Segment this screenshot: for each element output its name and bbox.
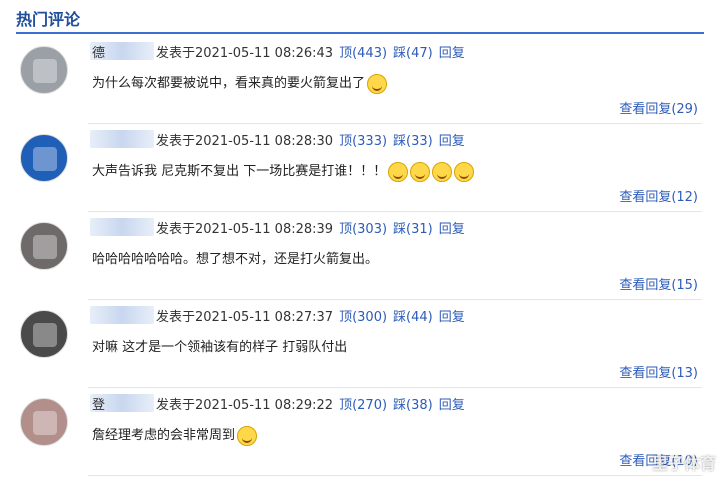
emoji-laugh-icon <box>237 425 258 446</box>
post-time: 发表于2021-05-11 08:27:37 <box>156 310 334 325</box>
post-time: 发表于2021-05-11 08:28:30 <box>156 134 334 149</box>
avatar-blur <box>33 411 57 435</box>
comment-item: 登 发表于2021-05-11 08:29:22 顶(270) 踩(38) 回复詹经理考… <box>0 390 728 482</box>
upvote-link[interactable]: 顶(270) <box>339 398 387 413</box>
emoji-laugh-icon <box>388 161 409 182</box>
comment-divider <box>88 387 702 388</box>
comment-item: 发表于2021-05-11 08:28:39 顶(303) 踩(31) 回复哈哈哈哈哈… <box>0 214 728 306</box>
downvote-link[interactable]: 踩(31) <box>393 222 433 237</box>
post-time: 发表于2021-05-11 08:29:22 <box>156 398 334 413</box>
username-masked[interactable] <box>90 218 154 236</box>
watermark: 里子体育 <box>651 454 716 473</box>
downvote-link[interactable]: 踩(38) <box>393 398 433 413</box>
avatar[interactable] <box>20 46 68 94</box>
comment-divider <box>88 299 702 300</box>
view-replies-link[interactable]: 查看回复(13) <box>619 362 698 381</box>
avatar-blur <box>33 147 57 171</box>
reply-link[interactable]: 回复 <box>439 310 465 325</box>
upvote-link[interactable]: 顶(303) <box>339 222 387 237</box>
avatar[interactable] <box>20 398 68 446</box>
comment-text: 哈哈哈哈哈哈哈。想了想不对，还是打火箭复出。 <box>92 248 378 267</box>
view-replies-link[interactable]: 查看回复(12) <box>619 186 698 205</box>
comment-text-content: 哈哈哈哈哈哈哈。想了想不对，还是打火箭复出。 <box>92 252 379 267</box>
username-visible-fragment: 登 <box>92 398 106 413</box>
emoji-laugh-icon <box>367 73 388 94</box>
avatar[interactable] <box>20 310 68 358</box>
username-masked[interactable]: 登 <box>90 394 154 413</box>
username-visible-fragment: 德 <box>92 46 106 61</box>
avatar-blur <box>33 323 57 347</box>
upvote-link[interactable]: 顶(300) <box>339 310 387 325</box>
comment-text-content: 为什么每次都要被说中，看来真的要火箭复出了 <box>92 76 366 91</box>
comment-text: 詹经理考虑的会非常周到 <box>92 424 258 446</box>
avatar[interactable] <box>20 134 68 182</box>
reply-link[interactable]: 回复 <box>439 222 465 237</box>
comment-divider <box>88 211 702 212</box>
section-title: 热门评论 <box>16 10 81 29</box>
comment-meta: 发表于2021-05-11 08:29:22 顶(270) 踩(38) 回复 <box>156 394 465 413</box>
emoji-laugh-icon <box>432 161 453 182</box>
downvote-link[interactable]: 踩(44) <box>393 310 433 325</box>
downvote-link[interactable]: 踩(33) <box>393 134 433 149</box>
post-time: 发表于2021-05-11 08:26:43 <box>156 46 334 61</box>
comment-meta: 发表于2021-05-11 08:26:43 顶(443) 踩(47) 回复 <box>156 42 465 61</box>
comment-text-content: 对嘛 这才是一个领袖该有的样子 打弱队付出 <box>92 340 348 355</box>
username-masked[interactable]: 德 <box>90 42 154 61</box>
comment-text: 为什么每次都要被说中，看来真的要火箭复出了 <box>92 72 388 94</box>
comment-text: 对嘛 这才是一个领袖该有的样子 打弱队付出 <box>92 336 347 355</box>
comment-text-content: 大声告诉我 尼克斯不复出 下一场比赛是打谁！！！ <box>92 164 387 179</box>
emoji-laugh-icon <box>410 161 431 182</box>
comment-item: 德 发表于2021-05-11 08:26:43 顶(443) 踩(47) 回复为什么每… <box>0 38 728 130</box>
avatar[interactable] <box>20 222 68 270</box>
avatar-blur <box>33 59 57 83</box>
reply-link[interactable]: 回复 <box>439 46 465 61</box>
view-replies-link[interactable]: 查看回复(15) <box>619 274 698 293</box>
reply-link[interactable]: 回复 <box>439 398 465 413</box>
comment-meta: 发表于2021-05-11 08:27:37 顶(300) 踩(44) 回复 <box>156 306 465 325</box>
reply-link[interactable]: 回复 <box>439 134 465 149</box>
avatar-blur <box>33 235 57 259</box>
view-replies-link[interactable]: 查看回复(29) <box>619 98 698 117</box>
username-masked[interactable] <box>90 130 154 148</box>
title-rule <box>16 32 704 34</box>
upvote-link[interactable]: 顶(333) <box>339 134 387 149</box>
username-masked[interactable] <box>90 306 154 324</box>
emoji-laugh-icon <box>454 161 475 182</box>
comment-item: 发表于2021-05-11 08:27:37 顶(300) 踩(44) 回复对嘛 这才… <box>0 302 728 394</box>
comment-text-content: 詹经理考虑的会非常周到 <box>92 428 236 443</box>
comment-meta: 发表于2021-05-11 08:28:30 顶(333) 踩(33) 回复 <box>156 130 465 149</box>
comment-divider <box>88 475 702 476</box>
comment-item: 发表于2021-05-11 08:28:30 顶(333) 踩(33) 回复大声告诉我… <box>0 126 728 218</box>
comment-divider <box>88 123 702 124</box>
downvote-link[interactable]: 踩(47) <box>393 46 433 61</box>
comment-meta: 发表于2021-05-11 08:28:39 顶(303) 踩(31) 回复 <box>156 218 465 237</box>
upvote-link[interactable]: 顶(443) <box>339 46 387 61</box>
comment-text: 大声告诉我 尼克斯不复出 下一场比赛是打谁！！！ <box>92 160 475 182</box>
post-time: 发表于2021-05-11 08:28:39 <box>156 222 334 237</box>
